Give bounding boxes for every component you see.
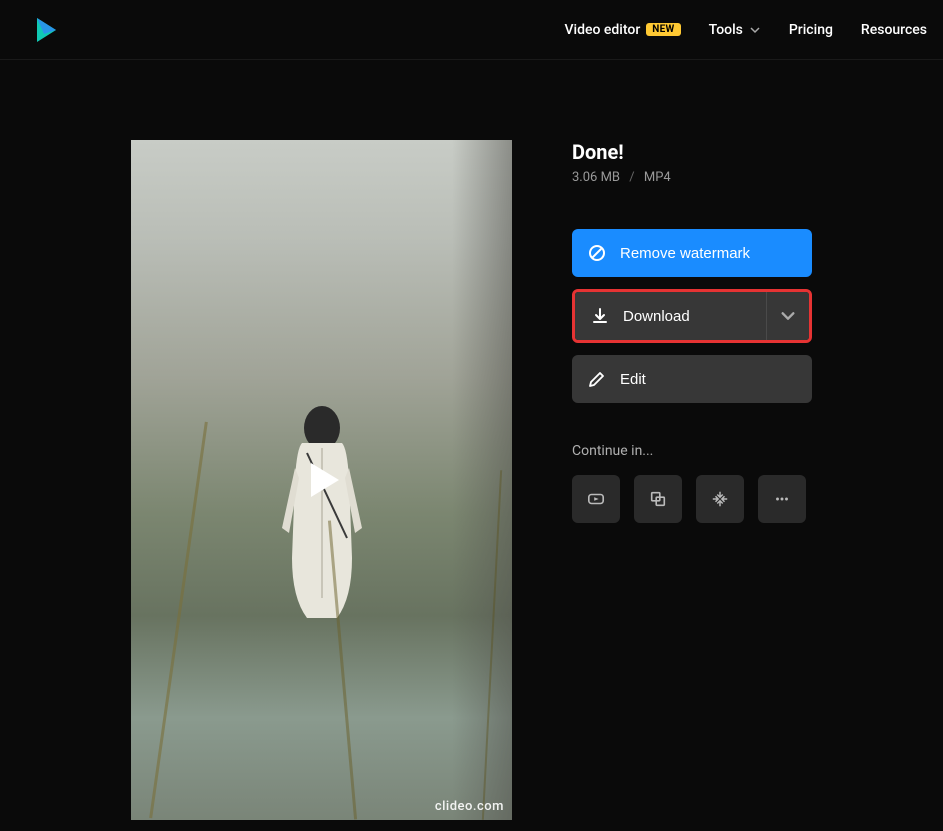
- video-preview[interactable]: clideo.com: [131, 140, 512, 820]
- play-button[interactable]: [299, 457, 345, 503]
- done-title: Done!: [572, 140, 812, 164]
- logo-icon[interactable]: [30, 14, 62, 46]
- nav-pricing-label: Pricing: [789, 22, 833, 38]
- edit-button[interactable]: Edit: [572, 355, 812, 403]
- continue-icons: [572, 475, 812, 523]
- main-content: clideo.com Done! 3.06 MB / MP4 Remove wa…: [0, 60, 943, 820]
- continue-merge-button[interactable]: [634, 475, 682, 523]
- nav-tools[interactable]: Tools: [709, 22, 761, 38]
- video-background-grass: [149, 422, 208, 819]
- more-icon: [773, 490, 791, 508]
- chevron-down-icon: [780, 308, 796, 324]
- pencil-icon: [588, 370, 606, 388]
- edit-label: Edit: [620, 371, 646, 388]
- video-background-rocks: [452, 140, 512, 820]
- nav-resources[interactable]: Resources: [861, 22, 927, 38]
- nav-pricing[interactable]: Pricing: [789, 22, 833, 38]
- merge-icon: [649, 490, 667, 508]
- side-panel: Done! 3.06 MB / MP4 Remove watermark Dow…: [572, 140, 812, 820]
- chevron-down-icon: [749, 24, 761, 36]
- nav-resources-label: Resources: [861, 22, 927, 38]
- download-button[interactable]: Download: [575, 292, 767, 340]
- download-options-button[interactable]: [767, 292, 809, 340]
- remove-watermark-button[interactable]: Remove watermark: [572, 229, 812, 277]
- continue-compress-button[interactable]: [696, 475, 744, 523]
- header: Video editor NEW Tools Pricing Resources: [0, 0, 943, 60]
- download-button-group: Download: [572, 289, 812, 343]
- compress-icon: [711, 490, 729, 508]
- meta-separator: /: [629, 170, 634, 185]
- no-symbol-icon: [588, 244, 606, 262]
- nav: Video editor NEW Tools Pricing Resources: [565, 22, 928, 38]
- youtube-icon: [587, 490, 605, 508]
- file-format: MP4: [644, 170, 671, 185]
- download-label: Download: [623, 308, 690, 325]
- continue-youtube-button[interactable]: [572, 475, 620, 523]
- file-meta: 3.06 MB / MP4: [572, 170, 812, 185]
- nav-tools-label: Tools: [709, 22, 743, 38]
- continue-label: Continue in...: [572, 443, 812, 459]
- video-background-figure: [257, 398, 387, 628]
- watermark-text: clideo.com: [435, 799, 504, 814]
- download-icon: [591, 307, 609, 325]
- remove-watermark-label: Remove watermark: [620, 245, 750, 262]
- new-badge: NEW: [646, 23, 680, 36]
- nav-video-editor-label: Video editor: [565, 22, 641, 38]
- nav-video-editor[interactable]: Video editor NEW: [565, 22, 681, 38]
- continue-more-button[interactable]: [758, 475, 806, 523]
- file-size: 3.06 MB: [572, 170, 620, 185]
